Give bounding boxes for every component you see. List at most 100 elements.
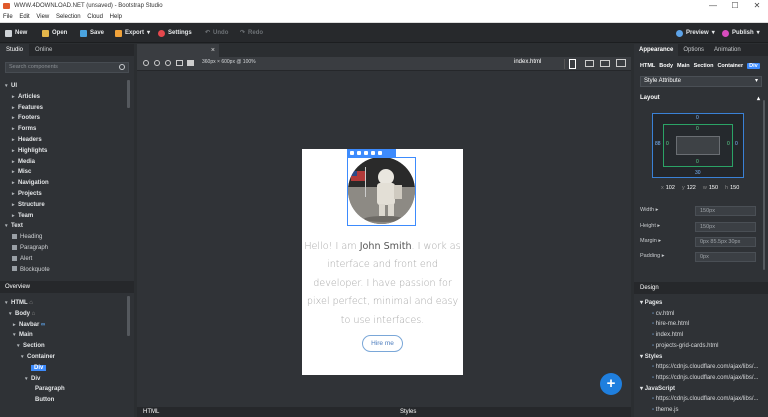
close-button[interactable]: ✕: [746, 0, 768, 12]
component-item-misc[interactable]: ▸ Misc: [5, 167, 50, 178]
margin-right-value[interactable]: 0: [735, 141, 738, 147]
bio-paragraph[interactable]: Hello! I am John Smith. I work as interf…: [304, 238, 461, 330]
add-component-button[interactable]: +: [600, 373, 622, 395]
overview-item-paragraph[interactable]: Paragraph: [5, 384, 65, 395]
design-file-item[interactable]: ▫ cv.html: [640, 309, 759, 320]
layers-icon[interactable]: [187, 60, 194, 66]
component-scrollbar[interactable]: [127, 80, 130, 108]
style-attribute-select[interactable]: Style Attribute ▾: [640, 76, 762, 87]
mobile-view-icon[interactable]: [569, 59, 576, 69]
redo-button[interactable]: ↷ Redo: [240, 28, 263, 38]
component-item-team[interactable]: ▸ Team: [5, 211, 50, 222]
margin-bottom-value[interactable]: 30: [695, 170, 701, 176]
minimize-button[interactable]: —: [702, 0, 724, 12]
component-item-heading[interactable]: Heading: [5, 232, 50, 243]
component-item-blockquote[interactable]: Blockquote: [5, 265, 50, 276]
canvas-tab-close[interactable]: ×: [137, 44, 219, 57]
move-icon[interactable]: [350, 151, 354, 155]
overview-item-container[interactable]: ▾ Container: [5, 352, 65, 363]
crumb-body[interactable]: Body: [659, 63, 673, 69]
settings-button[interactable]: Settings: [158, 28, 192, 38]
styles-panel-tab[interactable]: Styles: [400, 407, 416, 417]
padding-right-value[interactable]: 0: [727, 141, 730, 147]
preview-button[interactable]: Preview ▾: [676, 28, 715, 38]
design-group-javascript[interactable]: ▾ JavaScript: [640, 384, 759, 395]
design-file-item[interactable]: ▫ index.html: [640, 330, 759, 341]
component-item-navigation[interactable]: ▸ Navigation: [5, 178, 50, 189]
select-parent-icon[interactable]: [357, 151, 361, 155]
overview-item-section[interactable]: ▾ Section: [5, 341, 65, 352]
menu-file[interactable]: File: [3, 14, 13, 20]
margin-input[interactable]: 0px 85.5px 30px: [695, 237, 756, 247]
new-button[interactable]: New: [5, 28, 27, 38]
crumb-section[interactable]: Section: [694, 63, 714, 69]
undo-button[interactable]: ↶ Undo: [205, 28, 228, 38]
component-item-paragraph[interactable]: Paragraph: [5, 243, 50, 254]
save-button[interactable]: Save: [80, 28, 104, 38]
box-model-editor[interactable]: 0 88 0 30 0 0 0 0: [652, 113, 744, 178]
crumb-main[interactable]: Main: [677, 63, 690, 69]
design-group-styles[interactable]: ▾ Styles: [640, 352, 759, 363]
publish-button[interactable]: Publish ▾: [722, 28, 760, 38]
menu-view[interactable]: View: [36, 14, 49, 20]
open-button[interactable]: Open: [42, 28, 67, 38]
zoom-out-icon[interactable]: [154, 60, 160, 66]
design-file-item[interactable]: ▫ hire-me.html: [640, 319, 759, 330]
search-icon[interactable]: [119, 64, 125, 70]
design-file-item[interactable]: ▫ projects-grid-cards.html: [640, 341, 759, 352]
overview-item-div[interactable]: ▾ Div: [5, 374, 65, 385]
reset-zoom-icon[interactable]: [165, 60, 171, 66]
tab-appearance[interactable]: Appearance: [634, 44, 679, 56]
overview-item-div[interactable]: Div: [5, 363, 65, 374]
overview-scrollbar[interactable]: [127, 296, 130, 336]
design-group-pages[interactable]: ▾ Pages: [640, 298, 759, 309]
margin-top-value[interactable]: 0: [696, 115, 699, 121]
search-input[interactable]: Search components: [5, 62, 129, 73]
padding-top-value[interactable]: 0: [696, 126, 699, 132]
menu-selection[interactable]: Selection: [56, 14, 81, 20]
component-item-alert[interactable]: Alert: [5, 254, 50, 265]
image-icon[interactable]: [176, 60, 183, 66]
component-item-media[interactable]: ▸ Media: [5, 157, 50, 168]
component-item-articles[interactable]: ▸ Articles: [5, 92, 50, 103]
design-file-item[interactable]: ▫ theme.js: [640, 405, 759, 416]
component-item-headers[interactable]: ▸ Headers: [5, 135, 50, 146]
component-item-footers[interactable]: ▸ Footers: [5, 113, 50, 124]
tab-studio[interactable]: Studio: [0, 44, 30, 56]
tab-online[interactable]: Online: [29, 44, 58, 56]
overview-item-button[interactable]: Button: [5, 395, 65, 406]
component-item-projects[interactable]: ▸ Projects: [5, 189, 50, 200]
overview-item-body[interactable]: ▾ Body ⌂: [5, 309, 65, 320]
design-file-item[interactable]: ▫ https://cdnjs.cloudflare.com/ajax/libs…: [640, 394, 759, 405]
tablet-view-icon[interactable]: [585, 60, 594, 67]
menu-help[interactable]: Help: [110, 14, 122, 20]
tab-options[interactable]: Options: [678, 44, 709, 56]
laptop-view-icon[interactable]: [600, 60, 610, 67]
duplicate-icon[interactable]: [364, 151, 368, 155]
design-file-item[interactable]: ▫ https://cdnjs.cloudflare.com/ajax/libs…: [640, 373, 759, 384]
padding-input[interactable]: 0px: [695, 252, 756, 262]
overview-item-html[interactable]: ▾ HTML ⌂: [5, 298, 65, 309]
zoom-in-icon[interactable]: [143, 60, 149, 66]
menu-cloud[interactable]: Cloud: [87, 14, 103, 20]
component-item-forms[interactable]: ▸ Forms: [5, 124, 50, 135]
properties-scrollbar[interactable]: [763, 100, 765, 270]
component-item-structure[interactable]: ▸ Structure: [5, 200, 50, 211]
export-button[interactable]: Export ▾: [115, 28, 150, 38]
selection-toolbar[interactable]: [347, 149, 396, 157]
component-item-text[interactable]: ▾ Text: [5, 221, 50, 232]
delete-icon[interactable]: [378, 151, 382, 155]
design-file-item[interactable]: ▫ https://cdnjs.cloudflare.com/ajax/libs…: [640, 362, 759, 373]
link-icon[interactable]: [371, 151, 375, 155]
overview-item-main[interactable]: ▾ Main: [5, 330, 65, 341]
page-select[interactable]: index.html: [514, 59, 541, 65]
padding-left-value[interactable]: 0: [666, 141, 669, 147]
hire-me-button[interactable]: Hire me: [362, 335, 403, 352]
tab-animation[interactable]: Animation: [709, 44, 746, 56]
viewport-size[interactable]: 360px × 600px @ 100%: [202, 59, 256, 65]
html-panel-tab[interactable]: HTML: [143, 407, 159, 417]
component-item-highlights[interactable]: ▸ Highlights: [5, 146, 50, 157]
maximize-button[interactable]: ☐: [724, 0, 746, 12]
padding-bottom-value[interactable]: 0: [696, 159, 699, 165]
crumb-container[interactable]: Container: [717, 63, 743, 69]
